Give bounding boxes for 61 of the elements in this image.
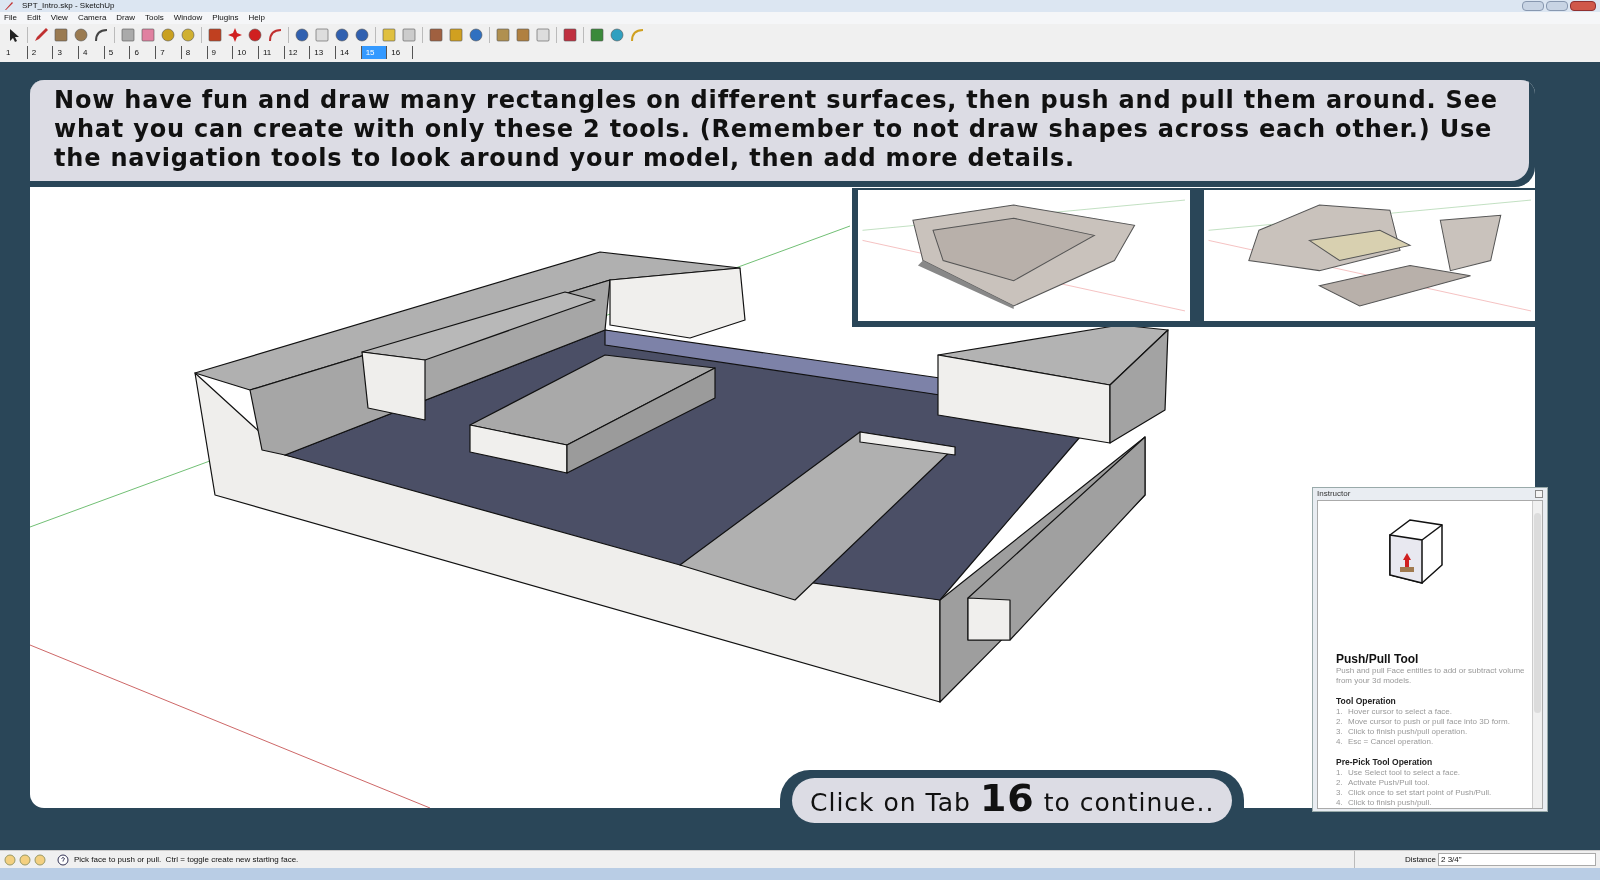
step-text: Use Select tool to select a face. bbox=[1348, 768, 1461, 778]
tool-name: Push/Pull Tool bbox=[1336, 653, 1420, 666]
scene-tab[interactable]: 2 bbox=[27, 46, 54, 59]
menu-item[interactable]: View bbox=[50, 14, 68, 22]
step-number: 3. bbox=[1336, 788, 1344, 798]
scene-tab[interactable]: 7 bbox=[156, 46, 182, 59]
scene-tab[interactable]: 6 bbox=[130, 46, 157, 59]
scene-tab[interactable]: 4 bbox=[79, 46, 105, 59]
section-heading: Tool Operation bbox=[1336, 696, 1397, 707]
step-number: 4. bbox=[1336, 737, 1344, 747]
box-icon[interactable] bbox=[120, 27, 136, 43]
step-text: Hover cursor to select a face. bbox=[1348, 707, 1453, 717]
rectangle-icon[interactable] bbox=[53, 27, 69, 43]
panel-title: Instructor bbox=[1317, 488, 1351, 500]
close-button[interactable] bbox=[1535, 490, 1543, 498]
scene-tab[interactable]: 12 bbox=[284, 46, 311, 59]
menu-item[interactable]: Tools bbox=[145, 14, 164, 22]
status-hint: Pick face to push or pull. Ctrl = toggle create new starting face. bbox=[74, 853, 299, 866]
step-text: Click once to set start point of Push/Pull. bbox=[1348, 788, 1492, 798]
scene-tab[interactable]: 9 bbox=[207, 46, 234, 59]
menu-item[interactable]: Draw bbox=[116, 14, 135, 22]
tool-description: Push and pull Face entities to add or subtract volume from your 3d models. bbox=[1336, 666, 1526, 686]
window-title: SPT_Intro.skp - SketchUp bbox=[22, 2, 115, 10]
menu-item[interactable]: Window bbox=[173, 14, 203, 22]
scene-tab[interactable]: 14 bbox=[335, 46, 362, 59]
scene-tab[interactable]: 1 bbox=[2, 46, 28, 59]
step-text: Esc = Cancel operation. bbox=[1348, 737, 1434, 747]
menu-item[interactable]: Camera bbox=[77, 14, 107, 22]
close-button[interactable] bbox=[1570, 1, 1596, 11]
step-number: 1. bbox=[1336, 707, 1344, 717]
step-number: 2. bbox=[1336, 778, 1344, 788]
scene-tab[interactable]: 13 bbox=[310, 46, 336, 59]
circle-icon[interactable] bbox=[73, 27, 89, 43]
menu-item[interactable]: File bbox=[4, 14, 17, 22]
step-number: 4. bbox=[1336, 798, 1344, 808]
step-text: Click to finish push/pull operation. bbox=[1348, 727, 1468, 737]
scene-tab[interactable]: 3 bbox=[53, 46, 80, 59]
step-text: Click to finish push/pull. bbox=[1348, 798, 1432, 808]
distance-field[interactable]: 2 3/4" bbox=[1438, 853, 1596, 866]
continue-callout: Click on Tab 16 to continue.. bbox=[792, 778, 1233, 823]
scene-tab[interactable]: 10 bbox=[233, 46, 259, 59]
scene-tab[interactable]: 8 bbox=[181, 46, 208, 59]
step-number: 1. bbox=[1336, 768, 1344, 778]
scene-tab[interactable]: 16 bbox=[387, 46, 413, 59]
step-text: Move cursor to push or pull face into 3D form. bbox=[1348, 717, 1510, 727]
menu-item[interactable]: Help bbox=[248, 14, 265, 22]
scrollbar[interactable] bbox=[1532, 501, 1542, 808]
step-number: 3. bbox=[1336, 727, 1344, 737]
arc-icon[interactable] bbox=[93, 27, 109, 43]
distance-label: Distance bbox=[1404, 853, 1436, 866]
scene-tab[interactable]: 5 bbox=[104, 46, 131, 59]
section-heading: Pre-Pick Tool Operation bbox=[1336, 757, 1434, 768]
scene-tab[interactable]: 11 bbox=[258, 46, 285, 59]
pencil-icon[interactable] bbox=[33, 27, 49, 43]
instruction-banner: Now have fun and draw many rectangles on different surfaces, then push and pull them around. See what you can create with only these 2 tools. (Remember to not draw shapes across each other.) Use the navigation tools to look around your model, then add more details. bbox=[30, 80, 1529, 181]
menu-item[interactable]: Plugins bbox=[212, 14, 239, 22]
minimize-button[interactable] bbox=[1522, 1, 1544, 11]
step-text: Activate Push/Pull tool. bbox=[1348, 778, 1430, 788]
step-number: 2. bbox=[1336, 717, 1344, 727]
help-icon[interactable] bbox=[57, 853, 69, 866]
menu-item[interactable]: Edit bbox=[26, 14, 41, 22]
